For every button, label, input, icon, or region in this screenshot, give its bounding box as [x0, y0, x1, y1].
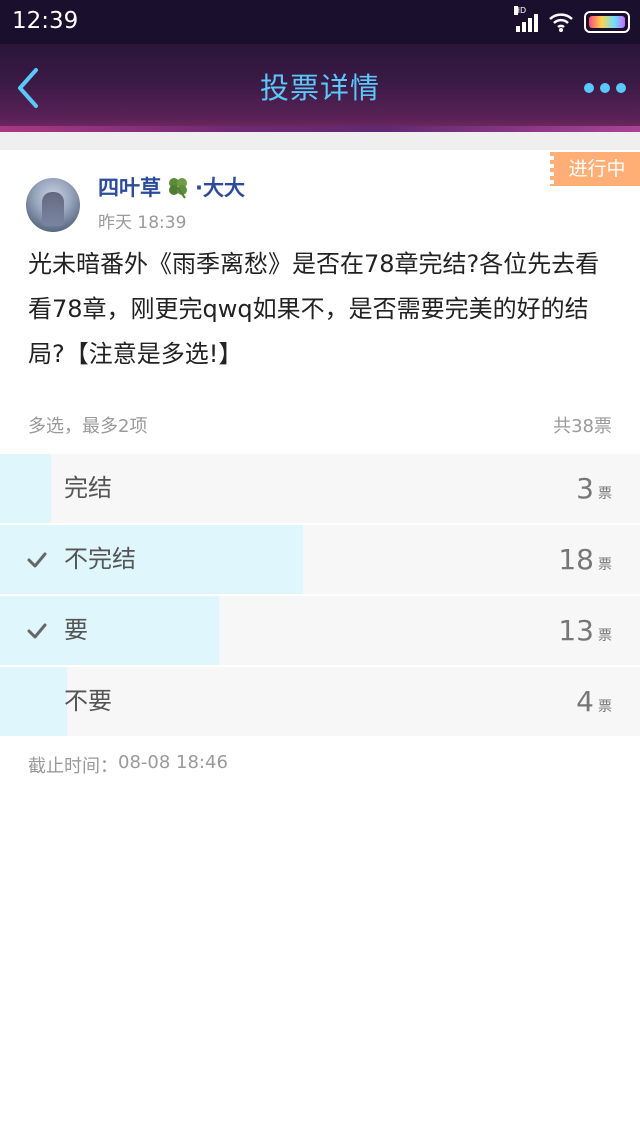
status-bar: 12:39 HD: [0, 0, 640, 44]
option-count: 3票: [576, 472, 612, 505]
poll-rules: 多选，最多2项: [28, 416, 148, 437]
status-badge: 进行中: [550, 152, 640, 186]
vote-share-bar: [0, 667, 68, 736]
author-name-suffix: ·大大: [195, 176, 245, 200]
deadline-label: 截止时间：: [28, 756, 118, 777]
poll-option[interactable]: 不要 4票: [0, 667, 640, 736]
option-count: 18 票: [558, 543, 612, 576]
signal-icon: HD: [514, 6, 538, 32]
poll-question: 光未暗番外《雨季离愁》是否在78章完结?各位先去看看78章，刚更完qwq如果不，…: [28, 250, 600, 368]
avatar[interactable]: [26, 178, 80, 232]
option-label: 不完结: [64, 545, 136, 573]
poll-option[interactable]: 要 13 票: [0, 596, 640, 665]
status-time: 12:39: [12, 8, 79, 34]
page-title: 投票详情: [259, 71, 380, 105]
poll-option[interactable]: 不完结 18 票: [0, 525, 640, 594]
network-type-label: HD: [514, 6, 527, 15]
section-divider: [0, 132, 640, 150]
nav-bar: 投票详情: [0, 44, 640, 132]
option-count: 13 票: [558, 614, 612, 647]
battery-icon: [584, 11, 630, 33]
more-dots-icon: [584, 83, 594, 93]
poll-option[interactable]: 完结 3票: [0, 454, 640, 523]
poll-total: 共38票: [553, 416, 612, 437]
option-label: 完结: [64, 474, 112, 502]
more-button[interactable]: [584, 80, 626, 96]
option-count: 4票: [576, 685, 612, 718]
author-name[interactable]: 四叶草 ·大大: [98, 172, 245, 202]
status-icons: HD: [514, 6, 630, 34]
wifi-icon: [548, 11, 574, 33]
vote-share-bar: [0, 454, 51, 523]
poll-options: 完结 3票 不完结 18 票 要 13 票 不要 4票: [0, 454, 640, 738]
check-icon: [26, 549, 48, 571]
post-time: 昨天 18:39: [98, 213, 187, 233]
poll-card: 进行中 四叶草 ·大大 昨天 18:39 光未暗番外《雨季离愁》是否在78章完结…: [0, 150, 640, 1138]
option-label: 不要: [64, 687, 112, 715]
deadline-value: 08-08 18:46: [118, 752, 228, 773]
option-label: 要: [64, 616, 88, 644]
clover-icon: [165, 174, 191, 200]
author-name-text: 四叶草: [98, 176, 161, 200]
poll-deadline: 截止时间： 08-08 18:46: [28, 752, 228, 778]
check-icon: [26, 620, 48, 642]
